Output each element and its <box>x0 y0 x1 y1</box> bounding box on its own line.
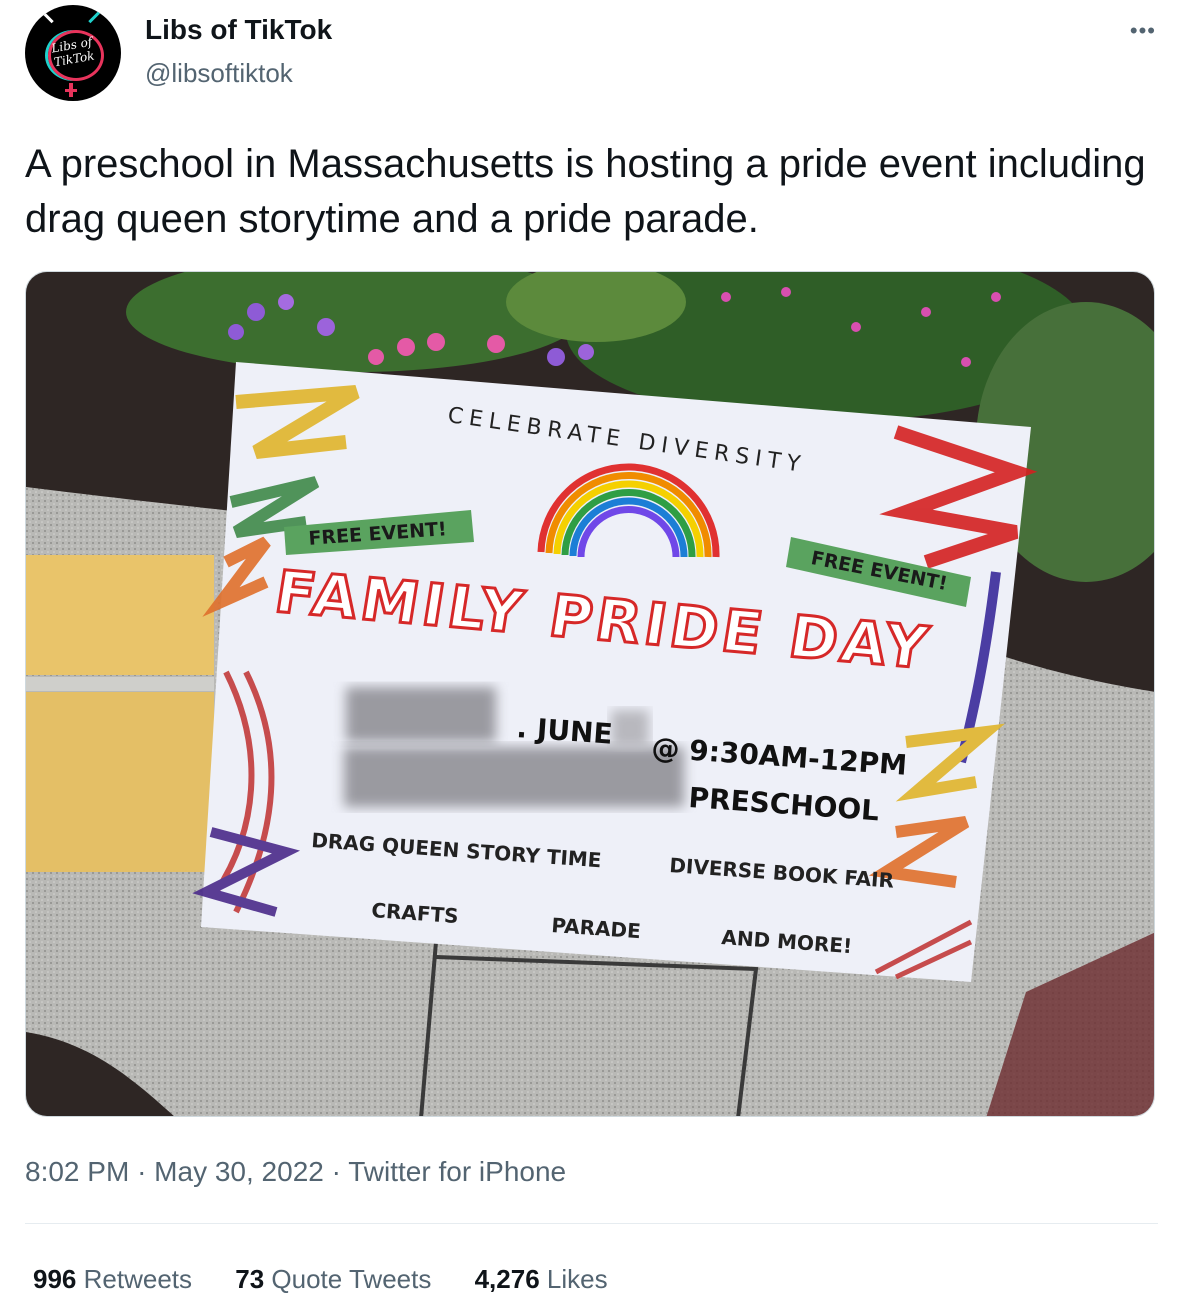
meta-separator: · <box>331 1156 341 1187</box>
quote-tweets-stat[interactable]: 73 Quote Tweets <box>235 1264 431 1294</box>
tweet-time[interactable]: 8:02 PM <box>25 1156 129 1187</box>
tweet-meta: 8:02 PM · May 30, 2022 · Twitter for iPh… <box>25 1156 566 1188</box>
venus-cross-bar <box>65 89 77 92</box>
likes-stat[interactable]: 4,276 Likes <box>475 1264 608 1294</box>
more-options-icon[interactable]: ••• <box>1130 18 1156 44</box>
sign-date: . JUNE <box>516 711 614 751</box>
author-handle[interactable]: @libsoftiktok <box>145 58 293 89</box>
author-display-name[interactable]: Libs of TikTok <box>145 14 332 46</box>
meta-separator: · <box>137 1156 147 1187</box>
tweet-stats: 996 Retweets 73 Quote Tweets 4,276 Likes <box>33 1264 644 1295</box>
retweets-stat[interactable]: 996 Retweets <box>33 1264 192 1294</box>
divider <box>25 1223 1158 1224</box>
tweet-source[interactable]: Twitter for iPhone <box>348 1156 566 1187</box>
arrow-icon <box>88 9 102 24</box>
mars-arrow-icon <box>40 9 54 24</box>
tweet-text: A preschool in Massachusetts is hosting … <box>25 142 1146 241</box>
redacted-blur-1 <box>346 687 496 742</box>
redacted-blur-3 <box>611 710 649 748</box>
tweet-photo[interactable]: CELEBRATE DIVERSITY FREE EVENT! FREE EVE… <box>25 271 1155 1117</box>
tweet-date[interactable]: May 30, 2022 <box>154 1156 324 1187</box>
profile-avatar[interactable]: Libs of TikTok <box>25 5 121 101</box>
redacted-blur-2 <box>344 747 684 807</box>
yard-sign-photo: CELEBRATE DIVERSITY FREE EVENT! FREE EVE… <box>26 272 1154 1116</box>
tactile-paving <box>26 555 214 872</box>
